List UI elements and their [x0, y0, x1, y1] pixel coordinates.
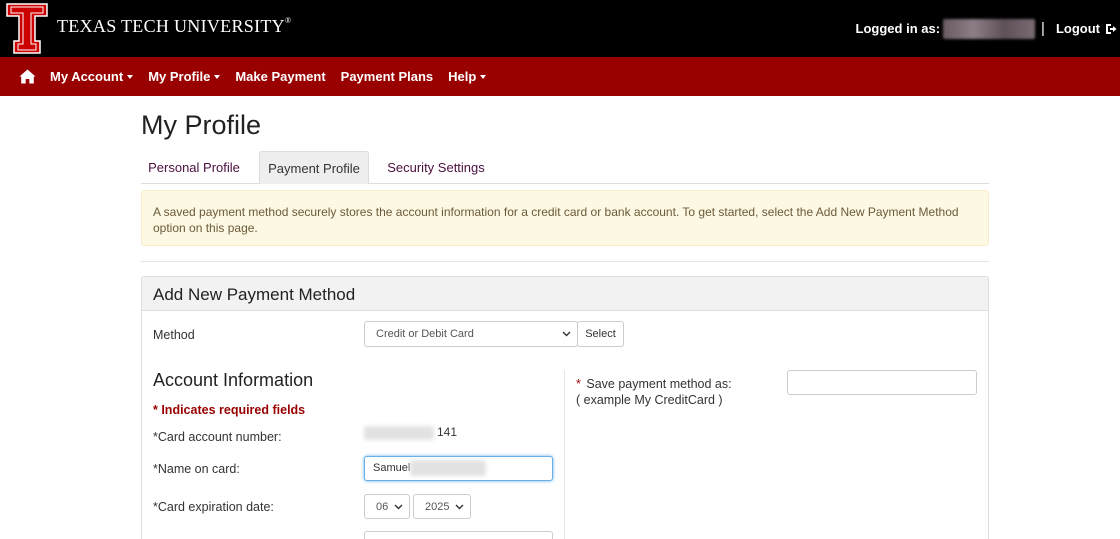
nav-help[interactable]: Help: [448, 69, 487, 84]
section-divider: [141, 261, 989, 262]
name-redacted: [410, 460, 486, 476]
caret-down-icon: [480, 74, 487, 79]
account-information-heading: Account Information: [153, 370, 314, 390]
card-number-label: *Card account number:: [153, 430, 282, 444]
caret-down-icon: [127, 74, 134, 79]
save-as-example: ( example My CreditCard ): [576, 393, 723, 407]
save-as-label: * Save payment method as:: [576, 377, 732, 391]
tab-payment-profile[interactable]: Payment Profile: [259, 151, 369, 184]
chevron-down-icon: [394, 504, 403, 509]
top-bar: TEXAS TECH UNIVERSITY® Logged in as: | L…: [0, 0, 1120, 57]
brand-text: TEXAS TECH UNIVERSITY: [57, 16, 285, 36]
login-area: Logged in as: | Logout: [856, 0, 1120, 57]
name-on-card-label: *Name on card:: [153, 462, 240, 476]
main-nav: My Account My Profile Make Payment Payme…: [0, 57, 1120, 96]
nav-payment-plans-label: Payment Plans: [340, 69, 434, 84]
expiration-month-select[interactable]: 06: [364, 494, 410, 519]
nav-make-payment[interactable]: Make Payment: [235, 69, 325, 84]
nav-my-profile-label: My Profile: [148, 69, 211, 84]
chevron-down-icon: [562, 331, 571, 337]
info-alert: A saved payment method securely stores t…: [141, 190, 989, 246]
panel-title: Add New Payment Method: [142, 277, 988, 311]
nav-my-account[interactable]: My Account: [50, 69, 134, 84]
caret-down-icon: [214, 74, 221, 79]
method-select[interactable]: Credit or Debit Card: [364, 321, 578, 347]
logout-link[interactable]: Logout: [1056, 21, 1117, 36]
expiration-month-value: 06: [376, 500, 389, 513]
nav-make-payment-label: Make Payment: [235, 69, 326, 84]
column-divider: [564, 370, 565, 539]
expiration-year-select[interactable]: 2025: [413, 494, 471, 519]
nav-help-label: Help: [448, 69, 477, 84]
next-field-input[interactable]: [364, 531, 553, 539]
logged-in-label: Logged in as:: [855, 21, 941, 36]
header-divider: |: [1041, 20, 1045, 37]
expiration-year-value: 2025: [425, 500, 450, 513]
username-redacted: [943, 18, 1036, 39]
select-method-button[interactable]: Select: [577, 321, 624, 347]
nav-my-profile[interactable]: My Profile: [148, 69, 221, 84]
page-title: My Profile: [141, 110, 262, 140]
brand-name: TEXAS TECH UNIVERSITY®: [57, 16, 291, 37]
method-label: Method: [153, 328, 195, 342]
required-asterisk: *: [576, 377, 581, 391]
home-link[interactable]: [19, 68, 36, 85]
save-as-input[interactable]: [787, 370, 977, 395]
card-number-last-digits: 141: [437, 425, 458, 439]
nav-my-account-label: My Account: [50, 69, 124, 84]
chevron-down-icon: [455, 504, 464, 509]
logout-label: Logout: [1055, 21, 1100, 36]
brand-mark: ®: [284, 16, 292, 25]
tab-security-settings[interactable]: Security Settings: [379, 151, 493, 184]
home-icon: [19, 69, 36, 84]
sign-out-icon: [1106, 23, 1117, 34]
method-select-value: Credit or Debit Card: [376, 328, 474, 340]
profile-tabs: Personal Profile Payment Profile Securit…: [141, 151, 989, 184]
card-number-redacted: [364, 426, 434, 440]
name-on-card-value: Samuel: [373, 462, 411, 474]
tab-personal-profile[interactable]: Personal Profile: [141, 151, 247, 184]
expiration-date-label: *Card expiration date:: [153, 500, 274, 514]
required-fields-note: * Indicates required fields: [153, 403, 306, 417]
nav-payment-plans[interactable]: Payment Plans: [341, 69, 434, 84]
double-t-logo-icon[interactable]: [6, 3, 48, 54]
save-as-label-text: Save payment method as:: [586, 377, 732, 391]
